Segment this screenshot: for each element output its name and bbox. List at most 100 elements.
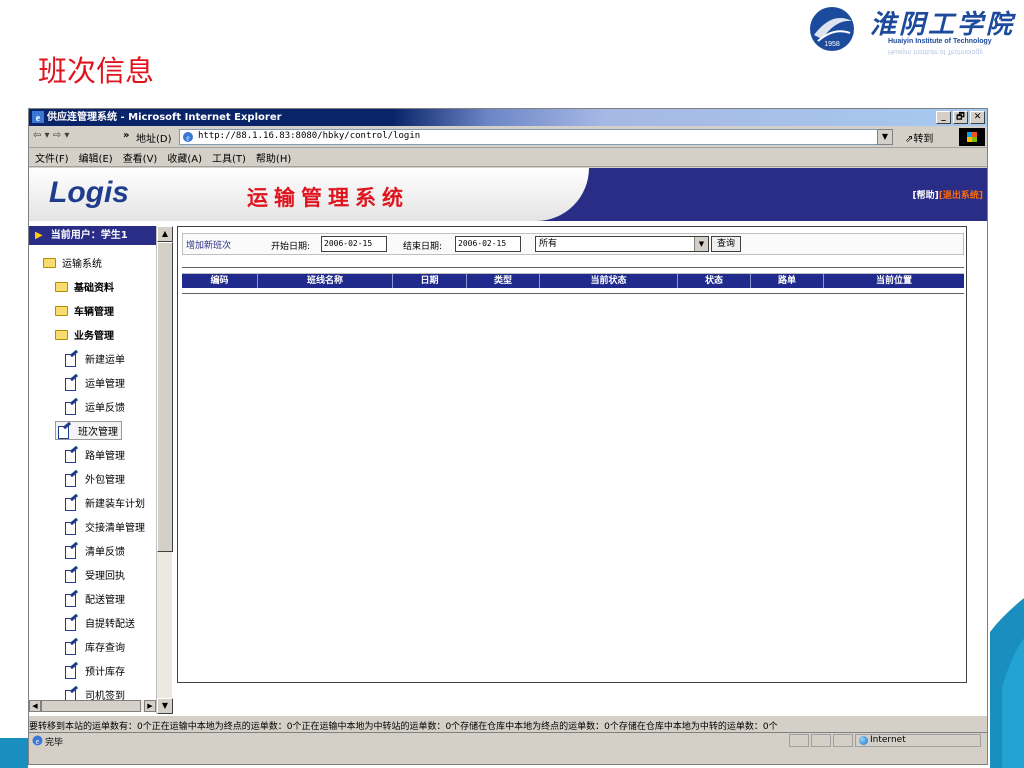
scroll-thumb[interactable] — [157, 242, 173, 552]
tree-item-new-waybill[interactable]: 新建运单 — [65, 351, 125, 367]
chevron-down-icon[interactable]: ▼ — [694, 237, 708, 251]
ie-page-icon: e — [32, 735, 43, 746]
menu-edit[interactable]: 编辑(E) — [79, 150, 113, 165]
window-controls: _ 🗗 ✕ — [936, 111, 985, 124]
scroll-down-icon[interactable]: ▼ — [157, 698, 173, 714]
menu-file[interactable]: 文件(F) — [35, 150, 69, 165]
go-button[interactable]: ⇗转到 — [905, 130, 933, 145]
ie-app-icon: e — [32, 111, 44, 123]
tree-item-waybill-feedback[interactable]: 运单反馈 — [65, 399, 125, 415]
document-edit-icon — [65, 376, 79, 391]
logo-year: 1958 — [824, 41, 840, 48]
logo-chinese-name: 淮阴工学院 — [870, 10, 1016, 40]
tree-folder-business[interactable]: 业务管理 — [55, 327, 114, 342]
slide-bottom-band — [0, 738, 28, 768]
col-code[interactable]: 编码 — [182, 274, 258, 288]
window-titlebar[interactable]: e 供应连管理系统 - Microsoft Internet Explorer … — [29, 109, 987, 126]
minimize-button[interactable]: _ — [936, 111, 951, 124]
tree-folder-label: 业务管理 — [74, 331, 114, 342]
menu-bar: 文件(F) 编辑(E) 查看(V) 收藏(A) 工具(T) 帮助(H) — [29, 149, 987, 167]
folder-icon — [55, 305, 68, 316]
col-date[interactable]: 日期 — [393, 274, 467, 288]
col-current-status[interactable]: 当前状态 — [540, 274, 678, 288]
logout-link[interactable]: [退出系统] — [939, 191, 983, 201]
tree-item-receipt[interactable]: 受理回执 — [65, 567, 125, 583]
document-edit-icon — [65, 616, 79, 631]
folder-icon — [55, 329, 68, 340]
document-edit-icon — [65, 640, 79, 655]
col-route-name[interactable]: 班线名称 — [258, 274, 393, 288]
tree-folder-label: 车辆管理 — [74, 307, 114, 318]
col-type[interactable]: 类型 — [467, 274, 540, 288]
back-forward-buttons[interactable]: ⇦ ▾ ⇨ ▾ — [33, 130, 69, 141]
status-select[interactable]: 所有 ▼ — [535, 236, 709, 252]
document-edit-icon — [65, 496, 79, 511]
end-date-input[interactable]: 2006-02-15 — [455, 236, 521, 252]
current-user-bar: ▶ 当前用户：学生1 — [29, 226, 156, 245]
tree-item-handover-list[interactable]: 交接清单管理 — [65, 519, 145, 535]
tree-item-label: 运单反馈 — [85, 403, 125, 414]
help-link[interactable]: [帮助] — [913, 191, 939, 201]
query-button[interactable]: 查询 — [711, 236, 741, 252]
start-date-input[interactable]: 2006-02-15 — [321, 236, 387, 252]
tree-item-delivery[interactable]: 配送管理 — [65, 591, 125, 607]
scroll-thumb[interactable] — [41, 700, 141, 712]
svg-text:e: e — [36, 737, 40, 746]
menu-tools[interactable]: 工具(T) — [212, 150, 246, 165]
tree-root-transport[interactable]: 运输系统 — [43, 255, 102, 270]
tree-folder-basic-data[interactable]: 基础资料 — [55, 279, 114, 294]
restore-button[interactable]: 🗗 — [953, 111, 968, 124]
start-date-label: 开始日期: — [271, 242, 311, 252]
tree-item-new-loading-plan[interactable]: 新建装车计划 — [65, 495, 145, 511]
current-user-label: 当前用户：学生1 — [50, 230, 128, 241]
document-edit-icon — [65, 544, 79, 559]
tree-item-list-feedback[interactable]: 清单反馈 — [65, 543, 125, 559]
menu-favorites[interactable]: 收藏(A) — [167, 150, 202, 165]
col-road-bill[interactable]: 路单 — [751, 274, 824, 288]
col-status[interactable]: 状态 — [678, 274, 751, 288]
document-edit-icon — [65, 472, 79, 487]
document-edit-icon — [65, 664, 79, 679]
url-dropdown-icon[interactable]: ▼ — [877, 129, 893, 145]
scroll-left-icon[interactable]: ◀ — [29, 700, 41, 712]
tree-item-outsourcing[interactable]: 外包管理 — [65, 471, 125, 487]
toolbar-chevron[interactable]: » — [123, 130, 129, 141]
banner-links: [帮助][退出系统] — [913, 188, 983, 201]
tree-item-waybill-manage[interactable]: 运单管理 — [65, 375, 125, 391]
scroll-up-icon[interactable]: ▲ — [157, 226, 173, 242]
tree-item-label: 配送管理 — [85, 595, 125, 606]
tree-folder-label: 基础资料 — [74, 283, 114, 294]
status-pane — [811, 734, 831, 747]
tree-item-shift-manage[interactable]: 班次管理 — [55, 421, 122, 440]
close-button[interactable]: ✕ — [970, 111, 985, 124]
document-edit-icon — [58, 424, 72, 439]
app-logo: Logis — [49, 176, 129, 209]
divider — [182, 267, 964, 268]
url-input[interactable]: e http://88.1.16.83:8080/hbky/control/lo… — [179, 129, 893, 145]
add-shift-link[interactable]: 增加新班次 — [186, 238, 231, 251]
address-label: 地址(D) — [136, 134, 172, 145]
windows-logo-icon — [959, 128, 985, 146]
document-edit-icon — [65, 520, 79, 535]
menu-view[interactable]: 查看(V) — [123, 150, 158, 165]
col-current-location[interactable]: 当前位置 — [824, 274, 964, 288]
tree-item-self-pickup[interactable]: 自提转配送 — [65, 615, 135, 631]
sidebar-horizontal-scrollbar[interactable]: ◀ ▶ — [29, 700, 156, 712]
sidebar-vertical-scrollbar[interactable]: ▲ ▼ — [156, 226, 173, 714]
scroll-right-icon[interactable]: ▶ — [144, 700, 156, 712]
document-edit-icon — [65, 568, 79, 583]
filter-toolbar: 增加新班次 开始日期: 2006-02-15 结束日期: 2006-02-15 … — [182, 233, 964, 255]
folder-icon — [43, 257, 56, 268]
tree-item-label: 新建运单 — [85, 355, 125, 366]
tree-folder-vehicles[interactable]: 车辆管理 — [55, 303, 114, 318]
tree-item-road-bill[interactable]: 路单管理 — [65, 447, 125, 463]
shift-list-panel: 增加新班次 开始日期: 2006-02-15 结束日期: 2006-02-15 … — [177, 226, 967, 683]
security-zone: Internet — [855, 734, 981, 747]
page-content: Logis 运输管理系统 [帮助][退出系统] ▶ 当前用户：学生1 运输系统 基… — [29, 168, 987, 716]
tree-item-label: 路单管理 — [85, 451, 125, 462]
address-bar: ⇦ ▾ ⇨ ▾ » 地址(D) e http://88.1.16.83:8080… — [29, 126, 987, 148]
tree-item-label: 受理回执 — [85, 571, 125, 582]
tree-item-forecast-inventory[interactable]: 预计库存 — [65, 663, 125, 679]
menu-help[interactable]: 帮助(H) — [256, 150, 291, 165]
tree-item-inventory-query[interactable]: 库存查询 — [65, 639, 125, 655]
